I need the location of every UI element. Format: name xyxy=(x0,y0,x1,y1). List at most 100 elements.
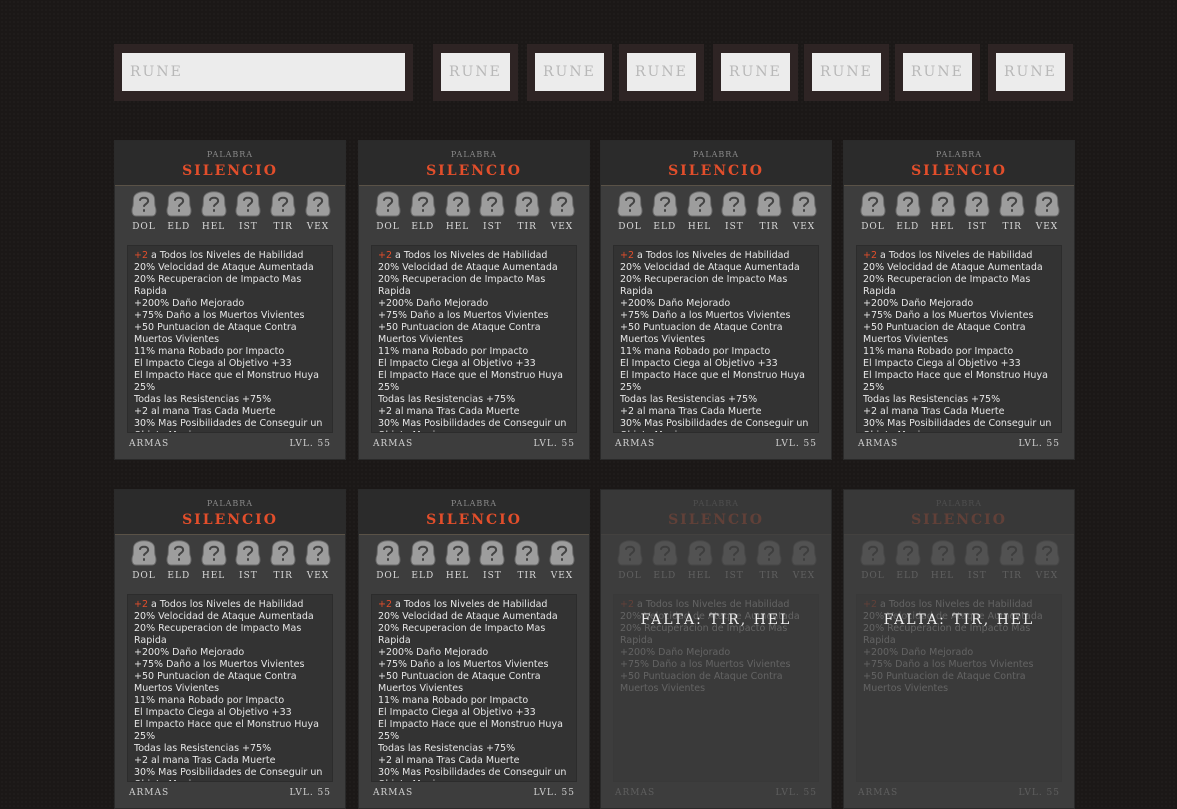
card-footer: ARMAS LVL. 55 xyxy=(858,788,1060,802)
rune-item: IST xyxy=(477,191,507,232)
property-line: 20% Recuperacion de Impacto Mas Rapida xyxy=(863,274,1031,297)
rune-stone-icon xyxy=(305,191,331,217)
property-list: +2 a Todos los Niveles de Habilidad 20% V… xyxy=(127,245,333,433)
rune-stone-icon xyxy=(756,540,782,566)
rune-slot-input-4[interactable] xyxy=(721,53,790,91)
property-line: 30% Mas Posibilidades de Conseguir un Ob… xyxy=(134,418,323,432)
rune-name: HEL xyxy=(687,571,712,581)
property-line: 20% Velocidad de Ataque Aumentada xyxy=(620,262,800,273)
card-type: PALABRA xyxy=(450,499,498,508)
property-line: 11% mana Robado por Impacto xyxy=(378,695,529,706)
rune-name: VEX xyxy=(550,222,574,232)
rune-stone-icon xyxy=(445,540,471,566)
rune-item: ELD xyxy=(408,540,438,581)
rune-slot-input-7[interactable] xyxy=(996,53,1065,91)
rune-item: HEL xyxy=(685,191,715,232)
rune-item: DOL xyxy=(129,191,159,232)
rune-slot-input-2[interactable] xyxy=(535,53,604,91)
rune-item: IST xyxy=(233,191,263,232)
runeword-card[interactable]: PALABRA SILENCIO DOL ELD HEL IST TIR VEX +2 a To… xyxy=(114,140,346,460)
rune-name: IST xyxy=(725,571,744,581)
card-type: PALABRA xyxy=(692,499,740,508)
rune-item: DOL xyxy=(615,540,645,581)
property-line: +200% Daño Mejorado xyxy=(378,298,489,309)
rune-item: VEX xyxy=(1032,191,1062,232)
rune-slot-input-5[interactable] xyxy=(812,53,881,91)
item-category: ARMAS xyxy=(858,439,899,449)
item-category: ARMAS xyxy=(615,439,656,449)
item-category: ARMAS xyxy=(615,788,656,798)
rune-item: TIR xyxy=(754,191,784,232)
rune-slot xyxy=(619,44,704,101)
rune-slot-input-1[interactable] xyxy=(441,53,510,91)
rune-name: ELD xyxy=(411,222,435,232)
rune-name: VEX xyxy=(792,571,816,581)
rune-item: VEX xyxy=(303,540,333,581)
rune-slot-input-3[interactable] xyxy=(627,53,696,91)
property-line: 20% Velocidad de Ataque Aumentada xyxy=(134,262,314,273)
rune-name: ELD xyxy=(411,571,435,581)
rune-name: TIR xyxy=(1002,222,1022,232)
rune-name: IST xyxy=(968,571,987,581)
property-line: +2 al mana Tras Cada Muerte xyxy=(134,406,276,417)
property-line: 30% Mas Posibilidades de Conseguir un Ob… xyxy=(863,418,1052,432)
property-line: Todas las Resistencias +75% xyxy=(620,394,758,405)
property-line: +50 Puntuacion de Ataque Contra Muertos … xyxy=(620,671,783,694)
property-line: 20% Velocidad de Ataque Aumentada xyxy=(378,611,558,622)
rune-name: TIR xyxy=(273,571,293,581)
property-line: El Impacto Ciega al Objetivo +33 xyxy=(620,358,778,369)
rune-item: IST xyxy=(962,191,992,232)
runeword-card[interactable]: PALABRA SILENCIO DOL ELD HEL IST TIR VEX +2 a To… xyxy=(358,140,590,460)
rune-slot xyxy=(895,44,980,101)
rune-name: VEX xyxy=(550,571,574,581)
required-level: LVL. 55 xyxy=(289,788,331,798)
rune-name: VEX xyxy=(1035,222,1059,232)
rune-item: HEL xyxy=(443,191,473,232)
rune-stone-icon xyxy=(895,191,921,217)
rune-stone-icon xyxy=(375,540,401,566)
rune-stone-icon xyxy=(479,191,505,217)
rune-search-input[interactable] xyxy=(122,53,405,91)
card-header: PALABRA SILENCIO xyxy=(601,490,831,535)
property-line: +2 al mana Tras Cada Muerte xyxy=(134,755,276,766)
property-line: El Impacto Ciega al Objetivo +33 xyxy=(134,358,292,369)
runeword-title: SILENCIO xyxy=(668,163,764,179)
property-line: +200% Daño Mejorado xyxy=(620,298,731,309)
property-line: 20% Velocidad de Ataque Aumentada xyxy=(378,262,558,273)
rune-name: TIR xyxy=(1002,571,1022,581)
rune-stone-icon xyxy=(549,191,575,217)
rune-list: DOL ELD HEL IST TIR VEX xyxy=(858,540,1062,581)
runeword-title: SILENCIO xyxy=(426,512,522,528)
runeword-card[interactable]: PALABRA SILENCIO DOL ELD HEL IST TIR VEX +2 a To… xyxy=(114,489,346,809)
rune-name: HEL xyxy=(445,571,470,581)
missing-runes-label: FALTA: TIR, HEL xyxy=(640,612,792,628)
property-line: +2 a Todos los Niveles de Habilidad xyxy=(134,250,304,261)
rune-slot xyxy=(804,44,889,101)
runeword-card[interactable]: PALABRA SILENCIO DOL ELD HEL IST TIR VEX +2 a To… xyxy=(843,140,1075,460)
card-header: PALABRA SILENCIO xyxy=(601,141,831,186)
property-line: Todas las Resistencias +75% xyxy=(378,394,516,405)
runeword-card[interactable]: PALABRA SILENCIO DOL ELD HEL IST TIR VEX +2 a To… xyxy=(600,140,832,460)
rune-stone-icon xyxy=(687,540,713,566)
rune-slot-input-6[interactable] xyxy=(903,53,972,91)
rune-item: IST xyxy=(477,540,507,581)
rune-name: IST xyxy=(483,571,502,581)
property-line: +50 Puntuacion de Ataque Contra Muertos … xyxy=(134,671,297,694)
runeword-card[interactable]: PALABRA SILENCIO DOL ELD HEL IST TIR VEX +2 a To… xyxy=(358,489,590,809)
property-line: +2 al mana Tras Cada Muerte xyxy=(620,406,762,417)
property-line: 30% Mas Posibilidades de Conseguir un Ob… xyxy=(134,767,323,781)
rune-stone-icon xyxy=(687,191,713,217)
required-level: LVL. 55 xyxy=(775,788,817,798)
item-category: ARMAS xyxy=(373,788,414,798)
runeword-card[interactable]: PALABRA SILENCIO DOL ELD HEL IST TIR VEX +2 a To… xyxy=(600,489,832,809)
runeword-card[interactable]: PALABRA SILENCIO DOL ELD HEL IST TIR VEX +2 a To… xyxy=(843,489,1075,809)
rune-item: TIR xyxy=(997,540,1027,581)
rune-name: DOL xyxy=(618,222,642,232)
rune-item: DOL xyxy=(373,191,403,232)
rune-stone-icon xyxy=(999,191,1025,217)
required-level: LVL. 55 xyxy=(533,439,575,449)
card-header: PALABRA SILENCIO xyxy=(844,141,1074,186)
rune-item: VEX xyxy=(547,191,577,232)
rune-item: IST xyxy=(719,540,749,581)
rune-item: ELD xyxy=(408,191,438,232)
